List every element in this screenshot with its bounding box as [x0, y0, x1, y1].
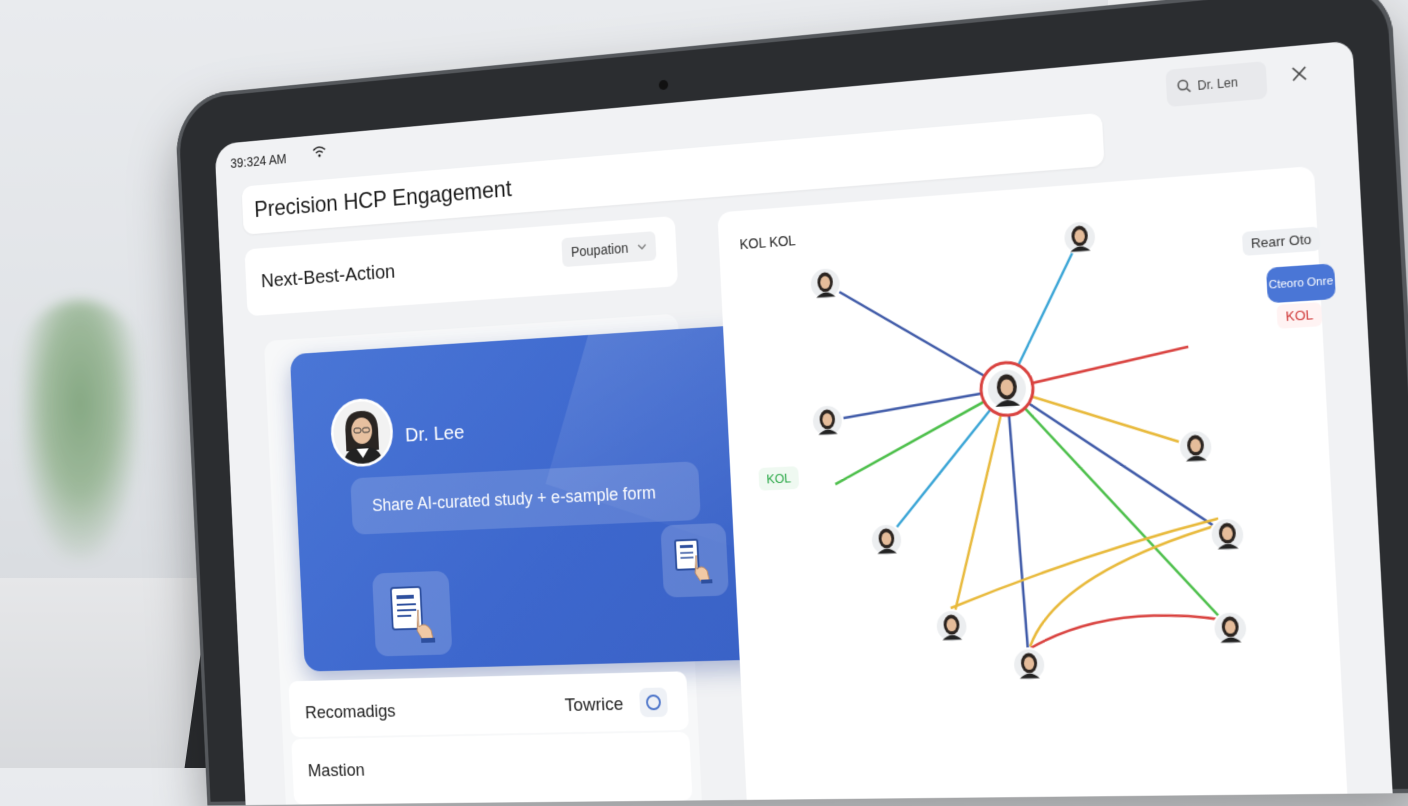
- network-edge: [825, 272, 1007, 399]
- list-item-value: Towrice: [564, 694, 623, 717]
- kol-network-graph: [717, 166, 1349, 805]
- network-nodes: [803, 210, 1252, 686]
- kol-network-panel: KOL KOL Rearr Oto Cteoro Onre KOL KOL: [717, 166, 1349, 805]
- network-edge: [947, 519, 1223, 609]
- network-edge: [1007, 377, 1230, 634]
- form-tap-tile[interactable]: [660, 523, 729, 598]
- kol-node-avatar[interactable]: [1210, 518, 1245, 553]
- population-dropdown[interactable]: Poupation: [561, 231, 656, 267]
- kol-node-avatar[interactable]: [1213, 611, 1248, 645]
- next-best-action-label: Next-Best-Action: [261, 261, 396, 293]
- document-tap-icon: [385, 583, 438, 645]
- left-column: Next-Best-Action Poupation: [244, 216, 705, 805]
- network-edge: [1024, 525, 1224, 647]
- recommended-action[interactable]: Share AI-curated study + e-sample form: [350, 461, 701, 535]
- network-edges: [819, 228, 1234, 669]
- form-tap-icon: [671, 533, 718, 588]
- search-input[interactable]: Dr. Len: [1165, 61, 1267, 107]
- close-button[interactable]: [1283, 57, 1317, 91]
- network-tag-highlight[interactable]: Cteoro Onre: [1266, 263, 1336, 303]
- wifi-icon: [312, 146, 326, 161]
- kol-node-avatar[interactable]: [1178, 429, 1213, 464]
- next-best-action-card: Next-Best-Action Poupation: [244, 216, 678, 316]
- clock-time: 39:324 AM: [230, 151, 287, 171]
- battery-wifi-icons: [1260, 41, 1327, 48]
- kol-node-avatar[interactable]: [1063, 220, 1097, 255]
- network-edge: [1007, 379, 1196, 456]
- close-icon: [1290, 65, 1308, 83]
- camera-dot: [659, 80, 669, 91]
- kol-node-avatar[interactable]: [811, 404, 843, 437]
- doctor-avatar: [329, 397, 394, 468]
- list-item-label: Recomadigs: [305, 701, 396, 724]
- chevron-down-icon: [637, 241, 647, 253]
- kol-node-avatar[interactable]: [1012, 648, 1046, 681]
- recommendation-card[interactable]: Dr. Lee Share AI-curated study + e-sampl…: [290, 324, 770, 671]
- recommendation-panel: Dr. Lee Share AI-curated study + e-sampl…: [264, 314, 703, 806]
- kol-node-avatar[interactable]: [935, 610, 968, 643]
- clock-icon[interactable]: [639, 687, 668, 717]
- list-item-mastion[interactable]: Mastion: [291, 732, 692, 805]
- hub-node-avatar[interactable]: [980, 361, 1035, 417]
- list-item-label-2: Mastion: [307, 761, 365, 782]
- background-plant: [20, 300, 140, 560]
- kol-tag-green[interactable]: KOL: [758, 466, 799, 491]
- network-edge: [1007, 389, 1029, 665]
- search-icon: [1176, 78, 1191, 97]
- tablet-device: 39:324 AM Dr. Len Pre: [174, 0, 1408, 805]
- page-title: Precision HCP Engagement: [254, 176, 513, 224]
- dropdown-value: Poupation: [571, 240, 629, 260]
- recommended-action-text: Share AI-curated study + e-sample form: [372, 482, 656, 515]
- list-item-recommendations[interactable]: Recomadigs Towrice: [288, 671, 689, 737]
- kol-tag-red[interactable]: KOL: [1276, 302, 1322, 329]
- app-screen: 39:324 AM Dr. Len Pre: [215, 41, 1393, 806]
- kol-node-avatar[interactable]: [809, 267, 841, 301]
- doctor-name: Dr. Lee: [405, 421, 465, 447]
- kol-node-avatar[interactable]: [870, 523, 903, 556]
- search-text: Dr. Len: [1197, 75, 1238, 93]
- document-tap-tile[interactable]: [372, 571, 452, 657]
- network-edge: [1029, 613, 1227, 648]
